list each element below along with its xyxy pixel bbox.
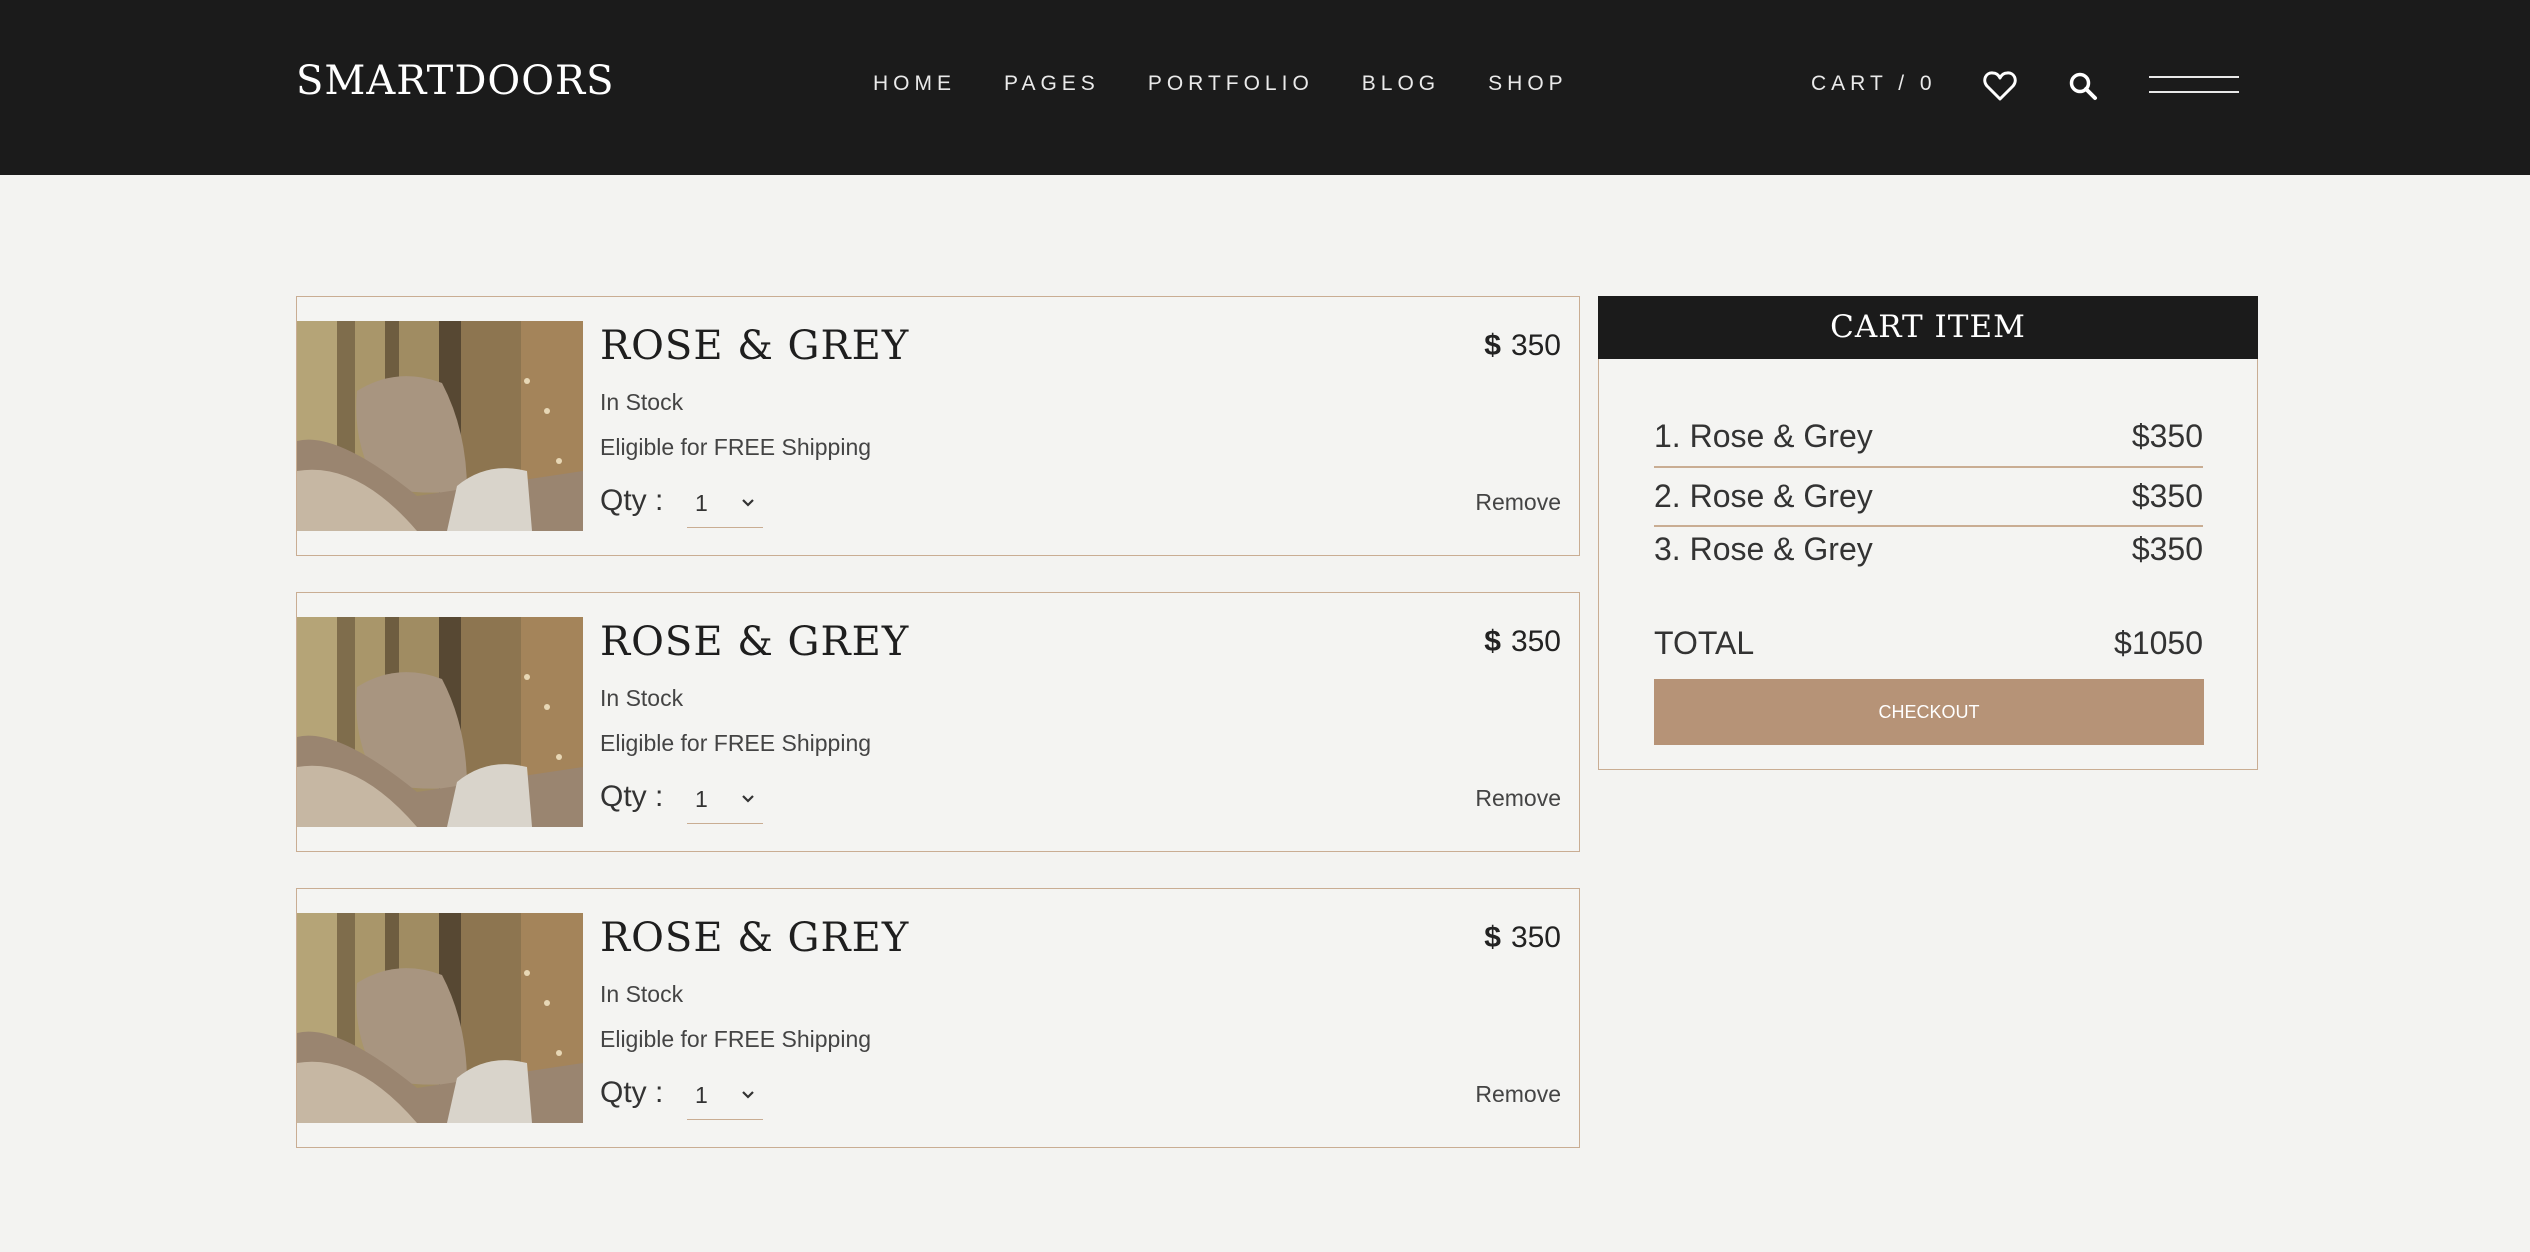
product-title[interactable]: ROSE & GREY: [600, 619, 909, 665]
summary-item: 3. Rose & Grey $350: [1654, 531, 2203, 568]
chevron-down-icon: [742, 795, 754, 803]
price-value: 350: [1510, 921, 1561, 954]
cart-summary: CART ITEM 1. Rose & Grey $350 2. Rose & …: [1598, 296, 2258, 770]
summary-item-price: $350: [2131, 418, 2203, 454]
price-value: 350: [1510, 329, 1561, 362]
summary-item: 1. Rose & Grey $350: [1654, 418, 2203, 455]
remove-button[interactable]: Remove: [1475, 1081, 1561, 1108]
cart-link[interactable]: CART / 0: [1811, 72, 1937, 96]
nav-blog[interactable]: BLOG: [1362, 72, 1440, 96]
chevron-down-icon: [742, 499, 754, 507]
remove-button[interactable]: Remove: [1475, 785, 1561, 812]
summary-item-price: $350: [2131, 531, 2203, 567]
currency-symbol: $: [1484, 329, 1501, 362]
summary-item-name: 2. Rose & Grey: [1654, 478, 1873, 514]
site-header: SMARTDOORS HOME PAGES PORTFOLIO BLOG SHO…: [0, 0, 2530, 175]
summary-item-price: $350: [2131, 478, 2203, 514]
nav-shop[interactable]: SHOP: [1488, 72, 1568, 96]
summary-item-name: 1. Rose & Grey: [1654, 418, 1873, 454]
product-price: $350: [1484, 329, 1561, 363]
product-image[interactable]: [297, 913, 583, 1123]
qty-label: Qty :: [600, 1076, 664, 1109]
qty-select[interactable]: 1: [687, 482, 763, 528]
product-image[interactable]: [297, 617, 583, 827]
summary-title: CART ITEM: [1598, 296, 2258, 359]
product-title[interactable]: ROSE & GREY: [600, 915, 909, 961]
divider: [1654, 525, 2203, 527]
cart-product-card: ROSE & GREY $350 In Stock Eligible for F…: [296, 296, 1580, 556]
checkout-button[interactable]: CHECKOUT: [1654, 679, 2204, 745]
main-nav: HOME PAGES PORTFOLIO BLOG SHOP: [873, 72, 1616, 96]
summary-item: 2. Rose & Grey $350: [1654, 478, 2203, 515]
cart-product-card: ROSE & GREY $350 In Stock Eligible for F…: [296, 888, 1580, 1148]
qty-label: Qty :: [600, 484, 664, 517]
nav-portfolio[interactable]: PORTFOLIO: [1148, 72, 1314, 96]
summary-total: TOTAL $1050: [1654, 625, 2203, 662]
qty-select[interactable]: 1: [687, 1074, 763, 1120]
currency-symbol: $: [1484, 921, 1501, 954]
qty-select[interactable]: 1: [687, 778, 763, 824]
shipping-info: Eligible for FREE Shipping: [600, 1026, 872, 1052]
chevron-down-icon: [742, 1091, 754, 1099]
stock-status: In Stock: [600, 389, 684, 415]
qty-value: 1: [695, 490, 708, 516]
remove-button[interactable]: Remove: [1475, 489, 1561, 516]
product-image[interactable]: [297, 321, 583, 531]
price-value: 350: [1510, 625, 1561, 658]
total-label: TOTAL: [1654, 625, 1755, 661]
currency-symbol: $: [1484, 625, 1501, 658]
product-price: $350: [1484, 625, 1561, 659]
qty-label: Qty :: [600, 780, 664, 813]
shipping-info: Eligible for FREE Shipping: [600, 434, 872, 460]
shipping-info: Eligible for FREE Shipping: [600, 730, 872, 756]
summary-item-name: 3. Rose & Grey: [1654, 531, 1873, 567]
site-logo[interactable]: SMARTDOORS: [296, 58, 615, 104]
nav-home[interactable]: HOME: [873, 72, 956, 96]
divider: [1654, 466, 2203, 468]
total-value: $1050: [2114, 625, 2203, 661]
stock-status: In Stock: [600, 981, 684, 1007]
heart-icon[interactable]: [1983, 70, 2017, 102]
stock-status: In Stock: [600, 685, 684, 711]
cart-product-card: ROSE & GREY $350 In Stock Eligible for F…: [296, 592, 1580, 852]
qty-value: 1: [695, 786, 708, 812]
qty-value: 1: [695, 1082, 708, 1108]
menu-icon[interactable]: [2149, 76, 2241, 96]
product-title[interactable]: ROSE & GREY: [600, 323, 909, 369]
product-price: $350: [1484, 921, 1561, 955]
nav-pages[interactable]: PAGES: [1004, 72, 1100, 96]
search-icon[interactable]: [2068, 71, 2098, 101]
